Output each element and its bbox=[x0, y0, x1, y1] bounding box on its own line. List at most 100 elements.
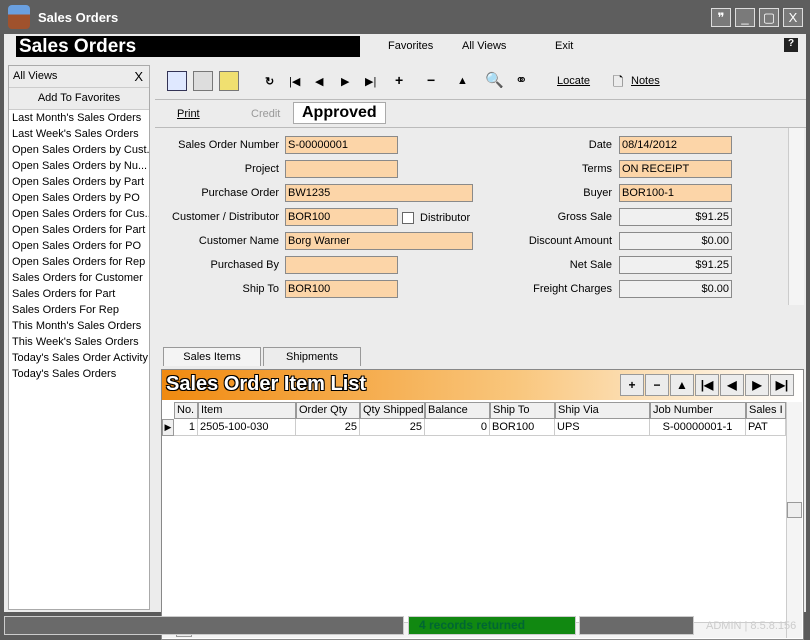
row-selector-icon[interactable]: ▶ bbox=[162, 419, 174, 436]
form-scrollbar[interactable] bbox=[788, 128, 804, 305]
add-to-favorites-button[interactable]: Add To Favorites bbox=[9, 88, 149, 110]
maximize-button[interactable]: ▢ bbox=[759, 8, 779, 27]
print-button[interactable]: Print bbox=[177, 108, 200, 120]
grid-nav-button[interactable]: − bbox=[645, 374, 669, 396]
column-header[interactable]: Balance bbox=[425, 402, 490, 419]
field-label: Buyer bbox=[583, 187, 612, 199]
refresh-icon[interactable]: ↻ bbox=[265, 75, 274, 88]
column-header[interactable]: Ship To bbox=[490, 402, 555, 419]
grid-nav-button[interactable]: ◀ bbox=[720, 374, 744, 396]
grid-cell[interactable]: 1 bbox=[174, 419, 198, 436]
grid-cell[interactable]: 2505-100-030 bbox=[198, 419, 296, 436]
distributor-checkbox[interactable] bbox=[402, 212, 414, 224]
notes-icon: 🗋 bbox=[613, 74, 624, 89]
field-label: Project bbox=[244, 163, 279, 175]
report-icon[interactable] bbox=[193, 71, 213, 91]
field-input: $0.00 bbox=[619, 232, 732, 250]
grid-cell[interactable]: UPS bbox=[555, 419, 650, 436]
sidebar-item[interactable]: Sales Orders For Rep bbox=[9, 302, 149, 318]
remove-icon[interactable]: − bbox=[427, 72, 435, 88]
field-label: Purchase Order bbox=[201, 187, 279, 199]
column-header[interactable]: Qty Shipped bbox=[360, 402, 425, 419]
field-label: Net Sale bbox=[569, 259, 612, 271]
grid-vertical-scrollbar[interactable] bbox=[786, 402, 802, 638]
help-icon[interactable]: ? bbox=[784, 38, 798, 52]
column-header[interactable]: No. bbox=[174, 402, 198, 419]
prev-icon[interactable]: ◀ bbox=[315, 75, 323, 88]
up-icon[interactable]: ▲ bbox=[457, 75, 468, 87]
tab-shipments[interactable]: Shipments bbox=[263, 347, 361, 366]
title-bar: Sales Orders ❞ _ ▢ X bbox=[0, 0, 810, 34]
field-input[interactable]: BW1235 bbox=[285, 184, 473, 202]
sidebar-item[interactable]: Today's Sales Order Activity bbox=[9, 350, 149, 366]
sidebar-item[interactable]: Sales Orders for Part bbox=[9, 286, 149, 302]
credit-button[interactable]: Credit bbox=[251, 108, 280, 120]
sidebar-header: All Views bbox=[13, 70, 58, 82]
item-grid: Sales Order Item List + − ▲ |◀ ◀ ▶ ▶| No. Item O… bbox=[161, 369, 804, 640]
grid-cell[interactable]: 0 bbox=[425, 419, 490, 436]
field-input: $91.25 bbox=[619, 256, 732, 274]
sidebar-item[interactable]: Last Week's Sales Orders bbox=[9, 126, 149, 142]
add-icon[interactable]: + bbox=[395, 72, 403, 88]
column-header[interactable]: Ship Via bbox=[555, 402, 650, 419]
field-label: Purchased By bbox=[210, 259, 279, 271]
column-header[interactable]: Order Qty bbox=[296, 402, 360, 419]
minimize-button[interactable]: _ bbox=[735, 8, 755, 27]
field-input[interactable]: BOR100 bbox=[285, 280, 398, 298]
field-input[interactable] bbox=[285, 160, 398, 178]
grid-cell[interactable]: BOR100 bbox=[490, 419, 555, 436]
sidebar-item[interactable]: Today's Sales Orders bbox=[9, 366, 149, 382]
menu-exit[interactable]: Exit bbox=[555, 40, 573, 52]
sidebar-item[interactable]: This Week's Sales Orders bbox=[9, 334, 149, 350]
column-header[interactable]: Item bbox=[198, 402, 296, 419]
sidebar-item[interactable]: Open Sales Orders by Part bbox=[9, 174, 149, 190]
field-input[interactable]: Borg Warner bbox=[285, 232, 473, 250]
sidebar-item[interactable]: Open Sales Orders by Cust... bbox=[9, 142, 149, 158]
next-icon[interactable]: ▶ bbox=[341, 75, 349, 88]
sidebar-item[interactable]: Last Month's Sales Orders bbox=[9, 110, 149, 126]
grid-nav-button[interactable]: ▶ bbox=[745, 374, 769, 396]
menu-all-views[interactable]: All Views bbox=[462, 40, 506, 52]
list-view-icon[interactable] bbox=[167, 71, 187, 91]
field-input[interactable]: ON RECEIPT bbox=[619, 160, 732, 178]
grid-header: Sales Order Item List + − ▲ |◀ ◀ ▶ ▶| bbox=[162, 370, 803, 400]
field-input[interactable]: 08/14/2012 bbox=[619, 136, 732, 154]
grid-cell[interactable]: 25 bbox=[360, 419, 425, 436]
grid-nav-button[interactable]: ▲ bbox=[670, 374, 694, 396]
menu-favorites[interactable]: Favorites bbox=[388, 40, 433, 52]
grid-nav-button[interactable]: |◀ bbox=[695, 374, 719, 396]
grid-cell[interactable]: 25 bbox=[296, 419, 360, 436]
sidebar-item[interactable]: Open Sales Orders for Part bbox=[9, 222, 149, 238]
page-title: Sales Orders bbox=[16, 36, 360, 57]
close-button[interactable]: X bbox=[783, 8, 803, 27]
status-user: ADMIN | 8.5.8.156 bbox=[706, 620, 797, 632]
chat-button[interactable]: ❞ bbox=[711, 8, 731, 27]
sidebar-item[interactable]: This Month's Sales Orders bbox=[9, 318, 149, 334]
last-icon[interactable]: ▶| bbox=[365, 75, 376, 88]
column-header[interactable]: Sales I bbox=[746, 402, 786, 419]
sidebar-item[interactable]: Open Sales Orders for Rep bbox=[9, 254, 149, 270]
new-record-icon[interactable] bbox=[219, 71, 239, 91]
grid-nav-button[interactable]: + bbox=[620, 374, 644, 396]
close-icon[interactable]: X bbox=[134, 69, 143, 84]
first-icon[interactable]: |◀ bbox=[289, 75, 300, 88]
field-input[interactable] bbox=[285, 256, 398, 274]
sidebar-item[interactable]: Open Sales Orders by Nu... bbox=[9, 158, 149, 174]
notes-button[interactable]: Notes bbox=[631, 75, 660, 87]
sidebar-item[interactable]: Open Sales Orders by PO bbox=[9, 190, 149, 206]
grid-nav-button[interactable]: ▶| bbox=[770, 374, 794, 396]
grid-cell[interactable]: PAT bbox=[746, 419, 786, 436]
binoculars-icon[interactable]: ⚭ bbox=[515, 71, 528, 89]
preview-icon[interactable]: 🔍 bbox=[485, 71, 504, 89]
status-badge: Approved bbox=[293, 102, 386, 124]
field-input[interactable]: BOR100-1 bbox=[619, 184, 732, 202]
sidebar-item[interactable]: Open Sales Orders for Cus... bbox=[9, 206, 149, 222]
locate-button[interactable]: Locate bbox=[557, 75, 590, 87]
grid-cell[interactable]: S-00000001-1 bbox=[650, 419, 746, 436]
field-input[interactable]: S-00000001 bbox=[285, 136, 398, 154]
column-header[interactable]: Job Number bbox=[650, 402, 746, 419]
sidebar-item[interactable]: Open Sales Orders for PO bbox=[9, 238, 149, 254]
sidebar-item[interactable]: Sales Orders for Customer bbox=[9, 270, 149, 286]
field-input[interactable]: BOR100 bbox=[285, 208, 398, 226]
tab-sales-items[interactable]: Sales Items bbox=[163, 347, 261, 366]
